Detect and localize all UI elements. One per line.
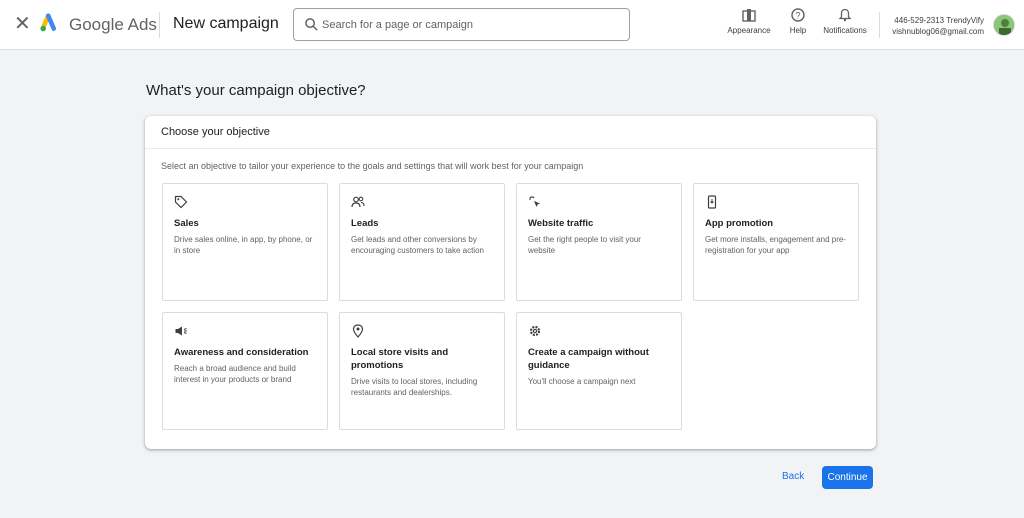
objective-title: App promotion [705, 218, 774, 229]
top-app-bar: ✕ Google Ads New campaign Appearance ? H… [0, 0, 1024, 50]
objective-card-leads[interactable]: Leads Get leads and other conversions by… [339, 183, 505, 301]
megaphone-icon [175, 326, 187, 336]
objective-description: Drive visits to local stores, including … [351, 377, 478, 397]
bell-icon [838, 8, 852, 22]
notifications-button[interactable]: Notifications [819, 8, 871, 44]
objective-description: Get the right people to visit your websi… [528, 235, 641, 255]
header-separator [879, 12, 880, 38]
objective-title: Sales [174, 218, 199, 229]
panel-description: Select an objective to tailor your exper… [161, 161, 584, 171]
help-button[interactable]: ? Help [785, 8, 811, 44]
notifications-label: Notifications [823, 26, 867, 35]
back-button[interactable]: Back [782, 471, 804, 482]
continue-button[interactable]: Continue [822, 466, 873, 489]
account-id: 446-529-2313 TrendyVify [894, 16, 984, 25]
page-heading: What's your campaign objective? [146, 82, 366, 99]
search-input[interactable] [322, 15, 612, 35]
header-divider [159, 12, 160, 38]
help-label: Help [789, 26, 807, 35]
objective-description: Get leads and other conversions by encou… [351, 235, 484, 255]
objective-card-app-promotion[interactable]: App promotion Get more installs, engagem… [693, 183, 859, 301]
objective-title: Awareness and consideration [174, 347, 309, 358]
location-pin-icon [352, 324, 364, 338]
objective-card-no-guidance[interactable]: Create a campaign without guidance You'l… [516, 312, 682, 430]
objective-card-sales[interactable]: Sales Drive sales online, in app, by pho… [162, 183, 328, 301]
objective-panel: Choose your objective Select an objectiv… [145, 116, 876, 449]
help-icon: ? [791, 8, 805, 22]
account-info[interactable]: 446-529-2313 TrendyVify vishnublog06@gma… [892, 15, 984, 37]
tag-icon [174, 195, 188, 209]
search-box[interactable] [293, 8, 630, 41]
appearance-label: Appearance [727, 26, 771, 35]
objective-description: Get more installs, engagement and pre-re… [705, 235, 846, 255]
appearance-button[interactable]: Appearance [725, 8, 773, 44]
objective-title: Local store visits and promotions [351, 347, 449, 371]
people-icon [351, 196, 365, 208]
google-ads-logo [40, 13, 57, 32]
panel-title: Choose your objective [145, 116, 876, 149]
close-icon[interactable]: ✕ [14, 14, 31, 34]
account-email: vishnublog06@gmail.com [892, 27, 984, 36]
page-title: New campaign [173, 15, 279, 32]
brand-name: Google Ads [69, 15, 157, 34]
cursor-click-icon [529, 196, 540, 207]
objective-card-website-traffic[interactable]: Website traffic Get the right people to … [516, 183, 682, 301]
objective-card-local-store[interactable]: Local store visits and promotions Drive … [339, 312, 505, 430]
objective-title: Website traffic [528, 218, 594, 229]
avatar-image [994, 15, 1014, 35]
svg-text:?: ? [795, 11, 800, 21]
avatar[interactable] [993, 14, 1015, 36]
objective-description: You'll choose a campaign next [528, 377, 636, 386]
objective-card-awareness[interactable]: Awareness and consideration Reach a broa… [162, 312, 328, 430]
search-icon [305, 18, 318, 31]
gear-icon [529, 325, 541, 337]
objective-description: Reach a broad audience and build interes… [174, 364, 296, 384]
appearance-icon [742, 9, 756, 22]
objective-title: Leads [351, 218, 379, 229]
objective-description: Drive sales online, in app, by phone, or… [174, 235, 313, 255]
phone-icon [707, 195, 717, 209]
objective-title: Create a campaign without guidance [528, 347, 649, 371]
